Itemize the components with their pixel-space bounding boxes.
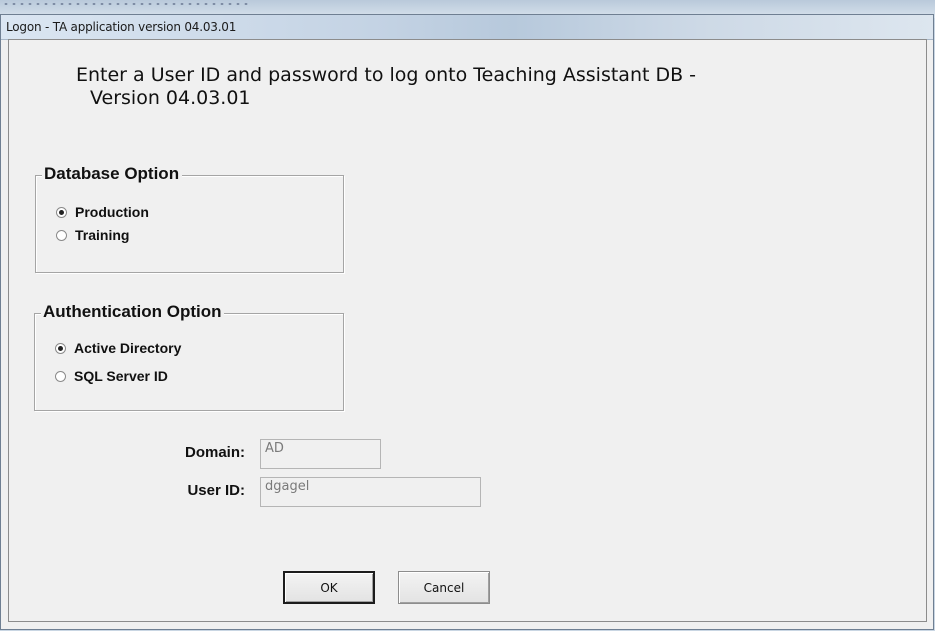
userid-label: User ID: [187,482,245,499]
cancel-button[interactable]: Cancel [398,571,490,604]
instructions-line-2: Version 04.03.01 [90,87,251,109]
database-option-title: Database Option [42,164,183,184]
radio-training-indicator[interactable] [56,229,67,241]
radio-sql-server-id-label: SQL Server ID [74,368,168,384]
logon-dialog: Logon - TA application version 04.03.01 … [0,14,934,630]
domain-field[interactable]: AD [260,439,381,469]
authentication-option-title: Authentication Option [41,302,225,322]
window-title: Logon - TA application version 04.03.01 [6,20,237,34]
title-bar[interactable]: Logon - TA application version 04.03.01 [1,15,933,40]
background-pattern [2,2,252,6]
authentication-option-group: Authentication Option Active Directory S… [34,302,344,411]
domain-label: Domain: [185,444,245,461]
dialog-client-area: Enter a User ID and password to log onto… [8,39,927,622]
radio-active-directory[interactable]: Active Directory [55,340,181,356]
radio-training-label: Training [75,227,130,243]
radio-sql-server-id-indicator[interactable] [55,370,66,382]
radio-production-label: Production [75,204,149,220]
radio-active-directory-label: Active Directory [74,340,182,356]
logon-instructions: Enter a User ID and password to log onto… [76,64,776,110]
database-option-group: Database Option Production Training [35,164,344,273]
userid-field[interactable]: dgagel [260,477,481,507]
radio-production-indicator[interactable] [56,206,67,218]
radio-active-directory-indicator[interactable] [55,342,66,354]
radio-training[interactable]: Training [56,227,129,243]
radio-sql-server-id[interactable]: SQL Server ID [55,368,168,384]
instructions-line-1: Enter a User ID and password to log onto… [76,64,697,86]
ok-button[interactable]: OK [283,571,375,604]
radio-production[interactable]: Production [56,204,149,220]
